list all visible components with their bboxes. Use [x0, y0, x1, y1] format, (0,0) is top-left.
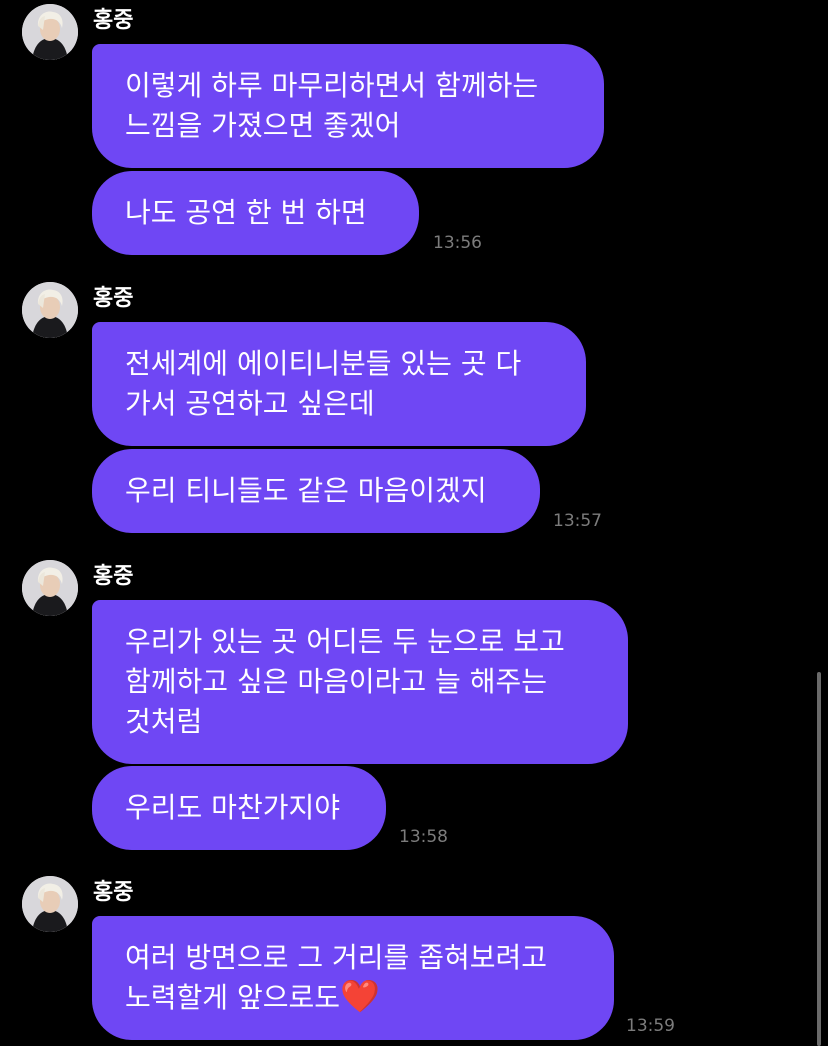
sender-name: 홍중 [93, 8, 134, 33]
sender-name: 홍중 [93, 286, 134, 311]
profile-avatar[interactable] [22, 4, 78, 60]
message-bubble[interactable]: 나도 공연 한 번 하면 [92, 171, 419, 255]
message-bubble[interactable]: 우리도 마찬가지야 [92, 766, 386, 850]
message-timestamp: 13:56 [433, 233, 482, 253]
sender-name: 홍중 [93, 564, 134, 589]
message-bubble[interactable]: 여러 방면으로 그 거리를 좁혀보려고 노력할게 앞으로도❤️ [92, 916, 614, 1040]
chat-view[interactable]: 홍중 이렇게 하루 마무리하면서 함께하는 느낌을 가졌으면 좋겠어 나도 공연… [0, 0, 828, 1046]
message-text: 여러 방면으로 그 거리를 좁혀보려고 노력할게 앞으로도 [125, 941, 548, 1014]
profile-avatar[interactable] [22, 560, 78, 616]
message-bubble[interactable]: 이렇게 하루 마무리하면서 함께하는 느낌을 가졌으면 좋겠어 [92, 44, 604, 168]
message-bubble[interactable]: 전세계에 에이티니분들 있는 곳 다 가서 공연하고 싶은데 [92, 322, 586, 446]
message-timestamp: 13:58 [399, 827, 448, 847]
scrollbar[interactable] [817, 672, 821, 1046]
message-bubble[interactable]: 우리 티니들도 같은 마음이겠지 [92, 449, 540, 533]
message-bubble[interactable]: 우리가 있는 곳 어디든 두 눈으로 보고 함께하고 싶은 마음이라고 늘 해주… [92, 600, 628, 764]
profile-avatar[interactable] [22, 282, 78, 338]
profile-avatar[interactable] [22, 876, 78, 932]
sender-name: 홍중 [93, 880, 134, 905]
heart-icon: ❤️ [339, 977, 380, 1015]
message-timestamp: 13:59 [626, 1016, 675, 1036]
message-timestamp: 13:57 [553, 511, 602, 531]
